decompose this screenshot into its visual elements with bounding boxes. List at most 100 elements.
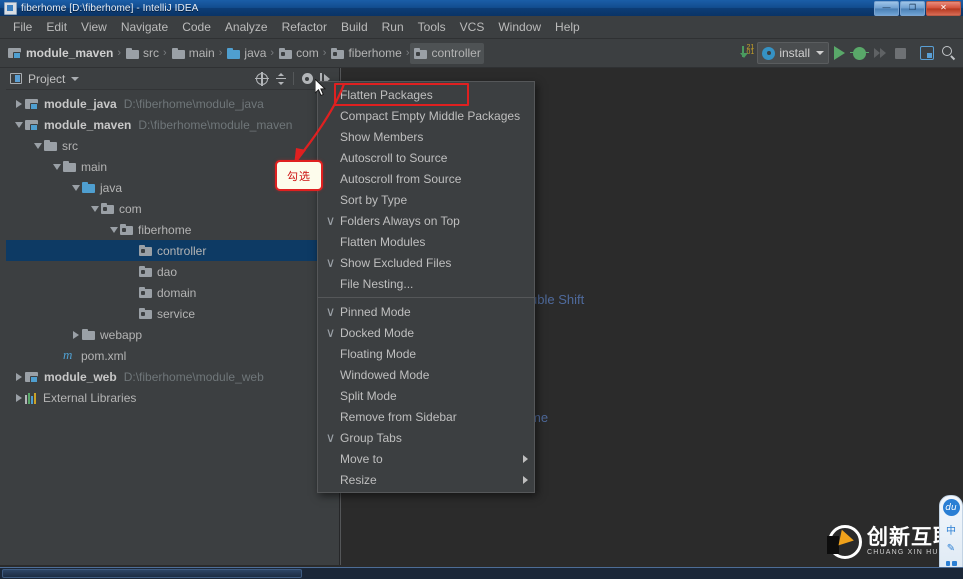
- tree-row[interactable]: module_web D:\fiberhome\module_web: [6, 366, 339, 387]
- sort-numeric-icon: 21 01: [739, 44, 754, 60]
- menu-item-view[interactable]: View: [74, 17, 114, 37]
- context-menu-item-folders-always-on-top[interactable]: ∨ Folders Always on Top: [318, 210, 534, 231]
- twisty-triangle: [15, 99, 22, 108]
- tree-row[interactable]: src: [6, 135, 339, 156]
- close-icon: ✕: [940, 3, 947, 12]
- pen-icon[interactable]: ✎: [947, 543, 955, 554]
- chevron-down-icon[interactable]: [107, 223, 120, 236]
- context-menu-item-sort-by-type[interactable]: Sort by Type: [318, 189, 534, 210]
- tree-row[interactable]: pom.xml: [6, 345, 339, 366]
- run-button[interactable]: [831, 42, 848, 64]
- tree-node-label: java: [100, 180, 123, 195]
- context-menu-item-file-nesting[interactable]: File Nesting...: [318, 273, 534, 294]
- breadcrumb-item-com[interactable]: com: [275, 43, 322, 64]
- window-titlebar: fiberhome [D:\fiberhome] - IntelliJ IDEA…: [0, 0, 963, 16]
- package-dot: [141, 249, 145, 253]
- annotation-note-text: 勾选: [287, 169, 311, 183]
- context-menu-item-resize[interactable]: Resize: [318, 469, 534, 490]
- chevron-down-icon[interactable]: [71, 76, 80, 81]
- menu-item-analyze[interactable]: Analyze: [218, 17, 275, 37]
- windows-taskbar[interactable]: [0, 567, 963, 579]
- chevron-right-icon[interactable]: [12, 97, 25, 110]
- menu-item-navigate[interactable]: Navigate: [114, 17, 175, 37]
- chevron-down-icon[interactable]: [31, 139, 44, 152]
- project-settings-button[interactable]: [298, 70, 316, 88]
- menu-item-edit[interactable]: Edit: [39, 17, 74, 37]
- menu-item-help[interactable]: Help: [548, 17, 587, 37]
- tree-row[interactable]: module_java D:\fiberhome\module_java: [6, 93, 339, 114]
- context-menu-item-docked-mode[interactable]: ∨ Docked Mode: [318, 322, 534, 343]
- tree-node-label: src: [62, 138, 78, 153]
- context-menu-item-split-mode[interactable]: Split Mode: [318, 385, 534, 406]
- menu-item-run[interactable]: Run: [375, 17, 411, 37]
- context-menu-item-group-tabs[interactable]: ∨ Group Tabs: [318, 427, 534, 448]
- tree-row[interactable]: controller: [6, 240, 339, 261]
- context-menu-item-autoscroll-to-source[interactable]: Autoscroll to Source: [318, 147, 534, 168]
- ime-language-mode[interactable]: 中: [946, 522, 956, 537]
- run-coverage-button[interactable]: [871, 42, 890, 64]
- tree-row[interactable]: module_maven D:\fiberhome\module_maven: [6, 114, 339, 135]
- tree-row[interactable]: service: [6, 303, 339, 324]
- menu-item-vcs[interactable]: VCS: [453, 17, 492, 37]
- expand-all-button[interactable]: [272, 70, 290, 88]
- tree-row[interactable]: External Libraries: [6, 387, 339, 408]
- breadcrumb-item-controller[interactable]: controller: [410, 42, 484, 64]
- context-menu-item-flatten-packages[interactable]: Flatten Packages: [318, 84, 534, 105]
- tree-row[interactable]: fiberhome: [6, 219, 339, 240]
- chevron-right-icon[interactable]: [12, 391, 25, 404]
- chevron-down-icon[interactable]: [69, 181, 82, 194]
- context-menu-item-label: File Nesting...: [340, 276, 414, 291]
- run-configuration-selector[interactable]: install: [757, 42, 829, 64]
- debug-button[interactable]: [850, 42, 869, 64]
- context-menu-item-windowed-mode[interactable]: Windowed Mode: [318, 364, 534, 385]
- maximize-button[interactable]: ❐: [900, 0, 925, 16]
- menu-item-tools[interactable]: Tools: [411, 17, 453, 37]
- folder-icon: [126, 47, 140, 59]
- breadcrumb-item-src[interactable]: src: [122, 43, 162, 64]
- taskbar-item[interactable]: [2, 569, 302, 578]
- project-panel-title: Project: [28, 71, 66, 86]
- context-menu-item-flatten-modules[interactable]: Flatten Modules: [318, 231, 534, 252]
- project-view-options-context-menu[interactable]: Flatten Packages Compact Empty Middle Pac…: [317, 81, 535, 493]
- context-menu-separator: [318, 297, 534, 298]
- context-menu-item-remove-from-sidebar[interactable]: Remove from Sidebar: [318, 406, 534, 427]
- context-menu-item-show-excluded-files[interactable]: ∨ Show Excluded Files: [318, 252, 534, 273]
- folder-icon: [44, 140, 57, 151]
- chevron-down-icon[interactable]: [50, 160, 63, 173]
- breadcrumb-item-java[interactable]: java: [223, 43, 269, 64]
- baidu-ime-logo-icon[interactable]: du: [942, 499, 960, 516]
- breadcrumb-item-module_maven[interactable]: module_maven: [4, 43, 116, 64]
- menu-item-refactor[interactable]: Refactor: [275, 17, 334, 37]
- menu-item-code[interactable]: Code: [175, 17, 218, 37]
- chevron-down-icon[interactable]: [12, 118, 25, 131]
- context-menu-item-compact-empty-middle-packages[interactable]: Compact Empty Middle Packages: [318, 105, 534, 126]
- breadcrumb-item-main[interactable]: main: [168, 43, 218, 64]
- collapse-all-button[interactable]: [253, 70, 271, 88]
- context-menu-item-show-members[interactable]: Show Members: [318, 126, 534, 147]
- menu-item-file[interactable]: File: [6, 17, 39, 37]
- minimize-button[interactable]: —: [874, 0, 899, 16]
- tree-row[interactable]: com: [6, 198, 339, 219]
- stop-button[interactable]: [892, 42, 909, 64]
- layout-settings-button[interactable]: [917, 42, 937, 64]
- sort-numeric-button[interactable]: 21 01: [737, 42, 757, 64]
- search-everywhere-button[interactable]: [939, 42, 959, 64]
- context-menu-item-move-to[interactable]: Move to: [318, 448, 534, 469]
- context-menu-item-floating-mode[interactable]: Floating Mode: [318, 343, 534, 364]
- menu-item-window[interactable]: Window: [491, 17, 548, 37]
- tree-node-label: module_java: [44, 96, 117, 111]
- context-menu-item-autoscroll-from-source[interactable]: Autoscroll from Source: [318, 168, 534, 189]
- context-menu-item-pinned-mode[interactable]: ∨ Pinned Mode: [318, 301, 534, 322]
- menu-item-build[interactable]: Build: [334, 17, 375, 37]
- tree-row[interactable]: dao: [6, 261, 339, 282]
- breadcrumb-item-fiberhome[interactable]: fiberhome: [327, 43, 404, 64]
- chevron-right-icon[interactable]: [69, 328, 82, 341]
- tree-row[interactable]: webapp: [6, 324, 339, 345]
- breadcrumb-separator: ›: [405, 47, 410, 59]
- tree-row[interactable]: domain: [6, 282, 339, 303]
- chevron-right-icon[interactable]: [12, 370, 25, 383]
- tree-node-label: module_maven: [44, 117, 132, 132]
- close-button[interactable]: ✕: [926, 0, 961, 16]
- chevron-down-icon[interactable]: [88, 202, 101, 215]
- tree-node-label: com: [119, 201, 142, 216]
